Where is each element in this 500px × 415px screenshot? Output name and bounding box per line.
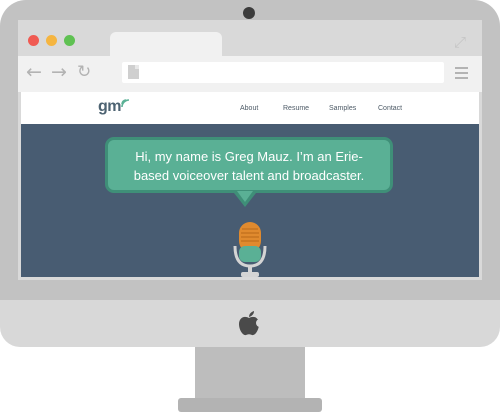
nav-samples[interactable]: Samples	[329, 105, 356, 112]
site-header: gm About Resume Samples Contact	[21, 92, 479, 124]
address-bar[interactable]	[122, 62, 444, 83]
fullscreen-icon[interactable]: ⤢	[454, 33, 466, 51]
monitor-stand-base	[178, 398, 322, 412]
close-window-button[interactable]	[28, 35, 39, 46]
hero-line-2: based voiceover talent and broadcaster.	[133, 168, 365, 183]
speech-bubble: Hi, my name is Greg Mauz. I’m an Erie- b…	[105, 137, 393, 193]
arrow-right-icon[interactable]: →	[51, 63, 67, 82]
nav-about[interactable]: About	[240, 105, 258, 112]
screen: ⤢ ← → ↻ gm About Resume Samples Contact …	[18, 20, 482, 280]
site-logo[interactable]: gm	[98, 98, 130, 116]
hamburger-menu-icon[interactable]	[455, 67, 468, 82]
minimize-window-button[interactable]	[46, 35, 57, 46]
broadcast-waves-icon	[121, 99, 130, 108]
monitor-stand-neck	[195, 347, 305, 402]
maximize-window-button[interactable]	[64, 35, 75, 46]
arrow-left-icon[interactable]: ←	[26, 63, 42, 82]
camera-icon	[243, 7, 255, 19]
speech-bubble-tail-fill	[237, 191, 253, 202]
microphone-icon	[233, 222, 267, 277]
logo-text: gm	[98, 98, 122, 115]
browser-tab[interactable]	[110, 32, 222, 58]
hero-section: Hi, my name is Greg Mauz. I’m an Erie- b…	[21, 124, 479, 277]
page-icon	[128, 65, 139, 79]
nav-resume[interactable]: Resume	[283, 105, 309, 112]
nav-contact[interactable]: Contact	[378, 105, 402, 112]
hero-line-1: Hi, my name is Greg Mauz. I’m an Erie-	[135, 149, 363, 164]
reload-icon[interactable]: ↻	[77, 63, 91, 82]
apple-logo-icon	[239, 311, 260, 336]
